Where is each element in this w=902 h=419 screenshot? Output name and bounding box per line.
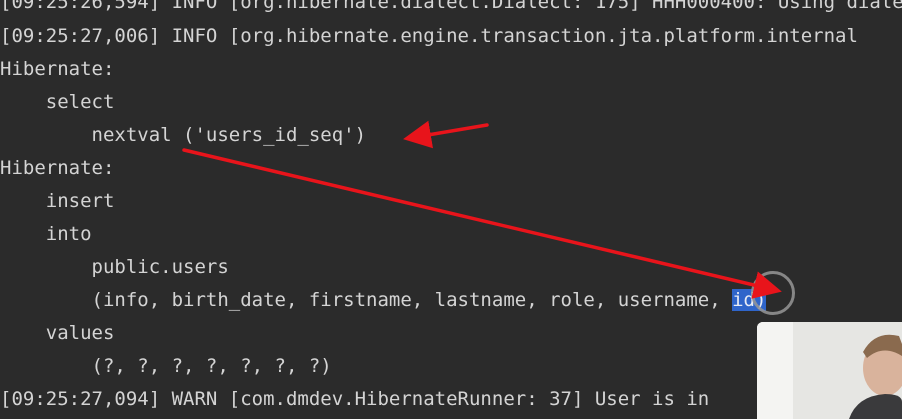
sql-line: insert [0,190,115,212]
webcam-overlay [757,322,902,419]
sql-line: (?, ?, ?, ?, ?, ?, ?) [0,355,332,377]
sql-columns-text: (info, birth_date, firstname, lastname, … [0,289,733,311]
sql-line: values [0,322,115,344]
sql-line: select [0,91,115,113]
sql-line: into [0,223,92,245]
mouse-cursor-highlight [751,271,795,315]
presenter-figure [757,322,902,419]
log-line: [09:25:26,594] INFO [org.hibernate.diale… [0,0,902,13]
sql-line: Hibernate: [0,58,115,80]
sql-line: public.users [0,256,229,278]
log-line: [09:25:27,094] WARN [com.dmdev.Hibernate… [0,388,710,410]
sql-columns-line: (info, birth_date, firstname, lastname, … [0,284,767,317]
sql-line: nextval ('users_id_seq') [0,124,367,146]
log-line: [09:25:27,006] INFO [org.hibernate.engin… [0,25,858,47]
sql-line: Hibernate: [0,157,115,179]
